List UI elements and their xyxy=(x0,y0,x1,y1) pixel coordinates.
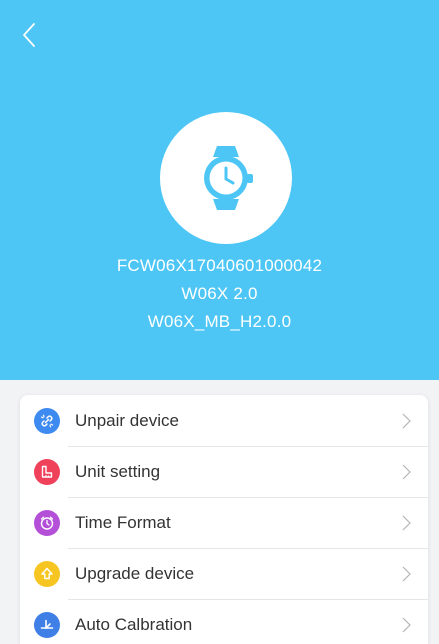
menu-item-label: Unit setting xyxy=(75,461,161,481)
device-model: W06X 2.0 xyxy=(181,284,258,303)
clock-icon xyxy=(34,509,60,536)
menu-item-unit-setting[interactable]: Unit setting xyxy=(20,446,428,497)
menu-item-upgrade-device[interactable]: Upgrade device xyxy=(20,548,428,599)
device-header: FCW06X17040601000042 W06X 2.0 W06X_MB_H2… xyxy=(0,0,439,380)
upgrade-arrow-icon xyxy=(34,560,60,587)
chevron-right-icon xyxy=(394,511,418,535)
chevron-right-icon xyxy=(394,409,418,433)
device-firmware: W06X_MB_H2.0.0 xyxy=(147,312,292,331)
settings-menu: Unpair device Unit setting Time Format U… xyxy=(20,395,428,644)
back-button[interactable] xyxy=(14,20,44,50)
chevron-right-icon xyxy=(394,562,418,586)
chevron-right-icon xyxy=(394,460,418,484)
unlink-icon xyxy=(34,407,60,434)
menu-item-label: Time Format xyxy=(75,512,171,532)
menu-item-auto-calibration[interactable]: Auto Calbration xyxy=(20,599,428,644)
menu-item-label: Upgrade device xyxy=(75,563,195,583)
chevron-left-icon xyxy=(23,23,35,47)
smartwatch-icon xyxy=(204,146,253,210)
menu-item-time-format[interactable]: Time Format xyxy=(20,497,428,548)
menu-item-label: Auto Calbration xyxy=(75,614,193,634)
device-serial: FCW06X17040601000042 xyxy=(116,256,323,275)
menu-item-unpair-device[interactable]: Unpair device xyxy=(20,395,428,446)
menu-item-label: Unpair device xyxy=(75,410,179,430)
device-avatar xyxy=(160,112,292,244)
calibration-icon xyxy=(34,611,60,638)
ruler-icon xyxy=(34,458,60,485)
chevron-right-icon xyxy=(394,613,418,637)
